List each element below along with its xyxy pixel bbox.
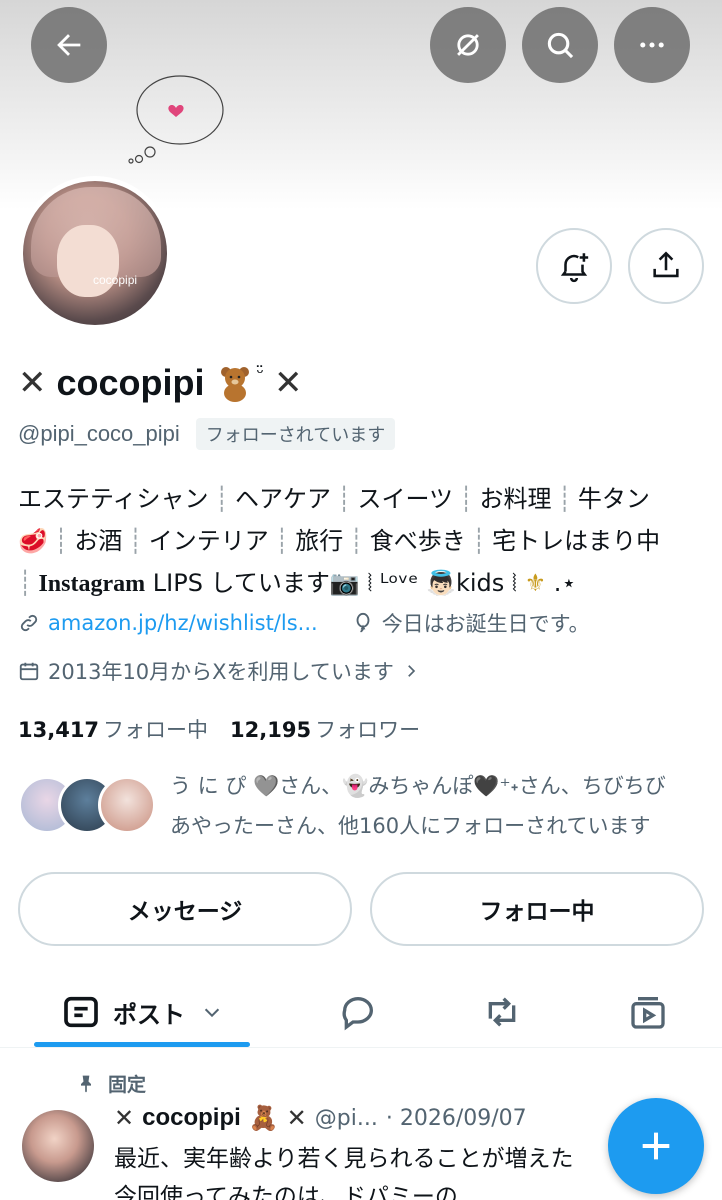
compose-button[interactable] (608, 1098, 704, 1194)
tab-posts[interactable]: ポスト (34, 976, 250, 1048)
calendar-icon (19, 662, 39, 681)
share-icon (653, 251, 679, 278)
following-button[interactable]: フォロー中 (370, 872, 704, 946)
birthday-info: 今日はお誕生日です。 (352, 608, 590, 638)
post-author-avatar[interactable] (22, 1110, 94, 1182)
pin-icon (81, 1075, 91, 1092)
tab-replies[interactable] (318, 976, 398, 1048)
plus-icon (642, 1132, 670, 1160)
following-count[interactable]: 13,417 フォロー中 (18, 714, 208, 744)
more-button[interactable] (614, 7, 690, 83)
joined-info[interactable]: 2013年10月からXを利用しています (18, 656, 420, 686)
follow-counts: 13,417 フォロー中 12,195 フォロワー (18, 714, 420, 744)
camera-icon: 📷 (329, 569, 360, 597)
display-name: cocopipi (56, 362, 205, 403)
avatar-watermark: cocopipi (93, 273, 138, 287)
thought-bubble-icon (128, 75, 224, 164)
bell-plus-icon (560, 253, 589, 283)
name-decoration-left: ✕ (18, 363, 47, 403)
followers-count[interactable]: 12,195 フォロワー (230, 714, 420, 744)
pinned-label: 固定 (76, 1070, 146, 1097)
reply-icon (342, 997, 374, 1031)
bio-line-3: ┊ Instagram LIPS しています📷 ⦚ ᴸᵒᵛᵉ 👼🏻kids ⦚ ⚜… (18, 569, 577, 597)
profile-handle: @pipi_coco_pipi (18, 421, 180, 446)
fleur-icon: ⚜ (524, 569, 547, 597)
search-button[interactable] (522, 7, 598, 83)
notify-button[interactable] (536, 228, 612, 304)
message-button[interactable]: メッセージ (18, 872, 352, 946)
active-tab-indicator (34, 1042, 250, 1047)
mute-button[interactable] (430, 7, 506, 83)
tab-media[interactable] (608, 976, 688, 1048)
post-author-handle: @pi... (314, 1105, 378, 1131)
teddy-bear-icon: 🧸 (248, 1104, 279, 1132)
name-decoration-right: ✕ (273, 363, 303, 403)
chevron-right-icon (408, 665, 416, 677)
follower-avatar (98, 776, 156, 834)
meat-icon: 🥩 (18, 527, 48, 555)
balloon-icon (356, 612, 370, 633)
website-link[interactable]: amazon.jp/hz/wishlist/ls... (18, 611, 318, 635)
avatar-image: cocopipi (23, 181, 167, 325)
more-icon (640, 42, 664, 48)
bio-line-1: エステティシャン ┊ ヘアケア ┊ スイーツ ┊ お料理 ┊ 牛タン (18, 485, 650, 513)
chevron-down-icon (204, 1008, 220, 1018)
repost-icon (488, 997, 516, 1027)
handle-row: @pipi_coco_pipi フォローされています (18, 418, 396, 450)
mute-icon (457, 34, 479, 56)
baby-icon: 👼🏻 (426, 569, 456, 597)
share-button[interactable] (628, 228, 704, 304)
bio-line-2: 🥩 ┊ お酒 ┊ インテリア ┊ 旅行 ┊ 食べ歩き ┊ 宅トレはまり中 (18, 527, 661, 555)
link-icon (20, 614, 38, 632)
profile-avatar[interactable]: cocopipi (18, 176, 172, 330)
post-header: ✕ cocopipi 🧸 ✕ @pi... · 2026/09/07 (114, 1104, 527, 1132)
back-arrow-icon (57, 34, 81, 56)
follows-you-badge: フォローされています (195, 418, 396, 450)
profile-bio: エステティシャン ┊ ヘアケア ┊ スイーツ ┊ お料理 ┊ 牛タン 🥩 ┊ お酒 ┊ インテリア ┊ 旅行… (18, 478, 708, 605)
post-author-name: cocopipi (142, 1104, 241, 1131)
post-body[interactable]: 最近、実年齢より若く見られることが増えた 今回使ってみたのは、ドパミーの (114, 1140, 624, 1200)
profile-name-row: ✕ cocopipi ᵕ̈ ✕ (18, 362, 303, 403)
tab-reposts[interactable] (462, 976, 542, 1048)
search-icon (547, 32, 574, 59)
followed-by-section[interactable]: う に ぴ 🩶さん、👻みちゃんぽ🖤⁺˖さん、ちびちび あやったーさん、他160人… (18, 766, 708, 846)
back-button[interactable] (31, 7, 107, 83)
profile-meta: amazon.jp/hz/wishlist/ls... 今日はお誕生日です。 (18, 608, 590, 638)
post-date: · 2026/09/07 (385, 1105, 527, 1131)
posts-icon (64, 996, 98, 1028)
teddy-bear-icon (220, 367, 249, 402)
video-icon (631, 997, 665, 1029)
followed-by-text: う に ぴ 🩶さん、👻みちゃんぽ🖤⁺˖さん、ちびちび あやったーさん、他160人… (170, 774, 666, 838)
profile-tabs: ポスト (0, 976, 722, 1048)
